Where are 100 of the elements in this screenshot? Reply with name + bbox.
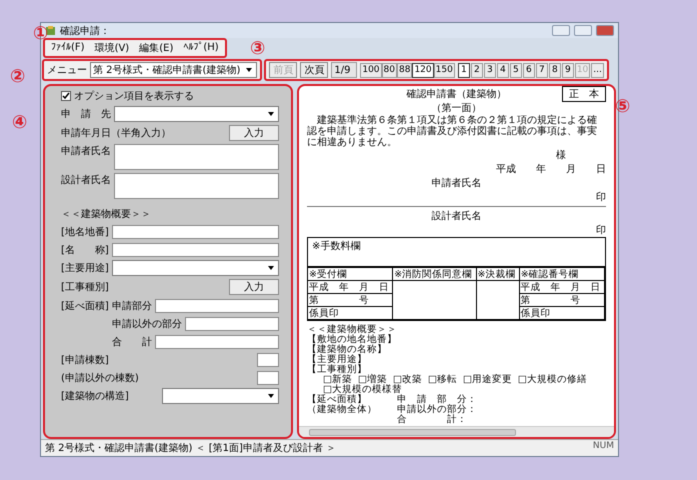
num-lock-indicator: NUM (592, 441, 614, 453)
input-button[interactable]: 入力 (229, 125, 279, 141)
field-label: 申請部分 (112, 300, 152, 312)
work-type-option: □大規模の修繕 (518, 375, 587, 385)
date-text: 平成 年 月 日 (496, 162, 606, 176)
zoom-button[interactable]: 88 (396, 62, 412, 78)
field-label: (申請以外の棟数) (61, 372, 139, 384)
window-title: 確認申請： (60, 24, 111, 38)
field-label: [延べ面積] (61, 300, 109, 312)
page-button[interactable]: 7 (536, 62, 548, 78)
field-label: [申請棟数] (61, 354, 109, 366)
document-title: 確認申請書（建築物） (406, 88, 506, 101)
fee-box: ※手数料欄 (307, 237, 606, 267)
field-label: 合 計 (112, 336, 152, 348)
work-type-option: □新築 (323, 375, 352, 385)
checkbox[interactable] (61, 90, 71, 100)
dropdown-field[interactable] (112, 260, 279, 276)
zoom-button[interactable]: 150 (434, 62, 455, 78)
minimize-button[interactable] (552, 25, 570, 36)
work-type-option: □改築 (392, 375, 422, 385)
table-cell: 第 号 (520, 294, 605, 307)
table-header: ※決裁欄 (476, 268, 520, 281)
summary-line: 【延べ面積】 (307, 395, 368, 405)
text-area[interactable] (114, 144, 279, 170)
summary-line: （建築物全体） (307, 405, 377, 415)
table-cell: 平成 年 月 日 (520, 281, 605, 294)
field-label: [名 称] (61, 244, 109, 256)
work-type-option: □移転 (428, 375, 457, 385)
table-cell: 平成 年 月 日 (308, 281, 394, 294)
table-cell: 第 号 (308, 294, 394, 307)
input-field[interactable] (112, 224, 279, 238)
field-label: 申 請 先 (61, 108, 111, 121)
horizontal-scrollbar[interactable] (299, 426, 614, 437)
statement-text: 建築基準法第６条第１項又は第６条の２第１項の規定による確認を申請します。この申請書及び添付図書に記載の事項は、事実に相違ありません。 (307, 115, 598, 148)
zoom-button[interactable]: 80 (382, 62, 397, 78)
page-button[interactable]: 5 (510, 62, 522, 78)
page-button[interactable]: 6 (522, 62, 535, 78)
table-header: ※消防関係同意欄 (393, 268, 476, 281)
summary-line: 申請以外の部分： (397, 405, 477, 415)
form-dropdown[interactable]: 第 2号様式・確認申請書(建築物) (90, 62, 258, 78)
input-field[interactable] (185, 316, 279, 330)
menu-item[interactable]: 編集(E) (139, 41, 174, 55)
work-type-option: □大規模の模様替 (323, 385, 402, 395)
callout-number: ④ (12, 112, 28, 133)
field-label: [地名地番] (61, 226, 109, 238)
seal-text: 印 (596, 224, 606, 237)
field-label: 申請以外の部分 (112, 318, 182, 330)
callout-number: ③ (250, 38, 266, 59)
menu-label: メニュー (47, 64, 87, 77)
stamp-label: 正 本 (562, 86, 606, 102)
dropdown-field[interactable] (114, 106, 279, 122)
page-counter: 1/9 (331, 62, 358, 78)
input-field[interactable] (154, 298, 279, 312)
section-heading: ＜＜建築物概要＞＞ (61, 208, 151, 220)
page-button[interactable]: 2 (470, 62, 483, 78)
maximize-button[interactable] (574, 25, 592, 36)
callout-number: ⑤ (615, 96, 630, 117)
input-field[interactable] (112, 242, 279, 256)
input-field[interactable] (257, 352, 279, 366)
text-area[interactable] (114, 173, 279, 199)
field-label: 申請者氏名 (61, 144, 111, 158)
next-page-button[interactable]: 次頁 (300, 62, 328, 78)
field-label: [工事種別] (61, 280, 109, 294)
table-header: ※受付欄 (308, 268, 394, 281)
menu-item[interactable]: ﾍﾙﾌﾟ(H) (183, 41, 219, 55)
menu-item[interactable]: ﾌｧｲﾙ(F) (51, 41, 85, 55)
summary-line: 合 計： (397, 415, 468, 425)
menu-item[interactable]: 環境(V) (94, 41, 130, 55)
status-text: 第 2号様式・確認申請書(建築物) ＜ [第1面]申請者及び設計者 ＞ (45, 442, 336, 455)
page-button[interactable]: 4 (496, 62, 509, 78)
field-label: 設計者氏名 (61, 174, 111, 187)
table-cell: 係員印 (308, 307, 394, 320)
work-type-option: □増築 (358, 375, 387, 385)
zoom-button[interactable]: 120 (412, 62, 434, 78)
page-button[interactable]: ... (591, 62, 604, 78)
page-label: （第一面） (432, 102, 482, 115)
field-label: [建築物の構造] (61, 390, 129, 403)
page-button[interactable]: 8 (548, 62, 561, 78)
input-button[interactable]: 入力 (229, 279, 279, 295)
field-label: [主要用途] (61, 262, 109, 275)
summary-line: 【工事種別】 (307, 365, 367, 375)
work-type-option: □用途変更 (462, 375, 512, 385)
input-field[interactable] (257, 370, 279, 384)
checkbox-label: オプション項目を表示する (74, 90, 194, 102)
summary-line: ＜＜建築物概要＞＞ (307, 325, 398, 335)
input-field[interactable] (155, 334, 279, 348)
page-button[interactable]: 3 (484, 62, 496, 78)
page-button[interactable]: 1 (458, 62, 470, 78)
callout-number: ② (10, 66, 26, 87)
dropdown-field[interactable] (162, 388, 279, 404)
applicant-label: 申請者氏名 (432, 176, 482, 190)
summary-line: 申 請 部 分： (397, 395, 477, 405)
table-cell: 係員印 (520, 307, 605, 320)
page-button[interactable]: 9 (562, 62, 574, 78)
close-button[interactable] (596, 25, 614, 36)
zoom-button[interactable]: 100 (360, 62, 382, 78)
summary-line: 【敷地の地名地番】 (307, 335, 398, 345)
addressee-text: 様 (556, 148, 566, 162)
summary-line: 【主要用途】 (307, 355, 368, 365)
summary-line: 【建築物の名称】 (307, 345, 388, 355)
